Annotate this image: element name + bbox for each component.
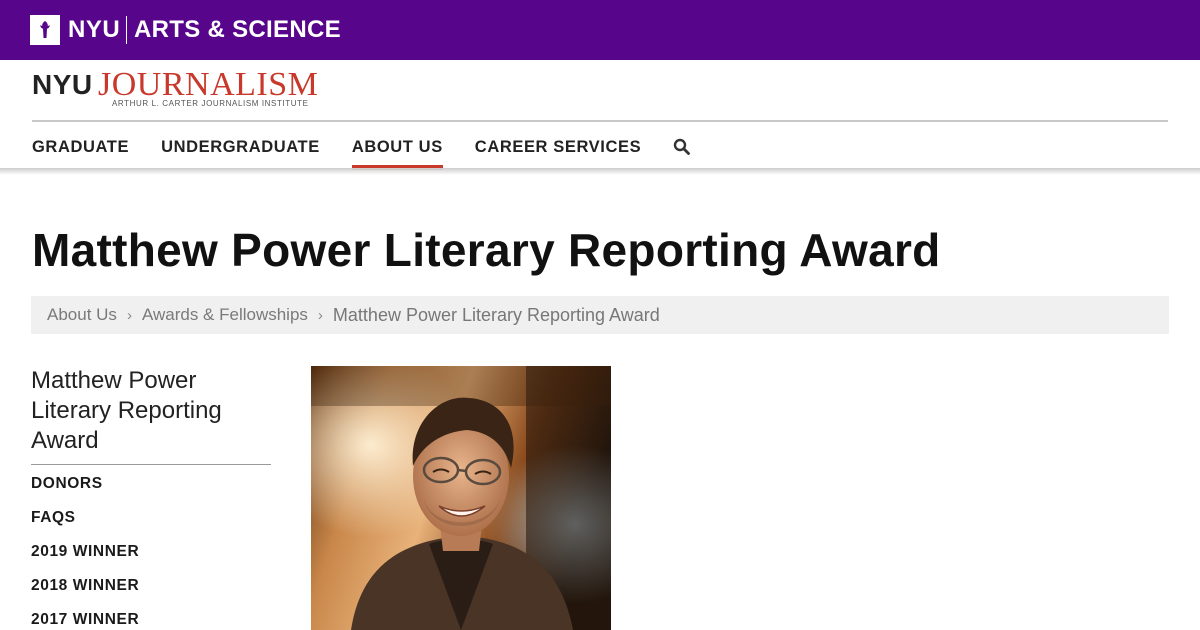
sidebar-item-2019-winner[interactable]: 2019 WINNER bbox=[31, 542, 271, 576]
search-icon[interactable] bbox=[673, 138, 691, 156]
main-nav: GRADUATE UNDERGRADUATE ABOUT US CAREER S… bbox=[32, 134, 691, 170]
sidebar-item-2018-winner[interactable]: 2018 WINNER bbox=[31, 576, 271, 610]
breadcrumb-current: Matthew Power Literary Reporting Award bbox=[332, 304, 660, 325]
nav-item-undergraduate[interactable]: UNDERGRADUATE bbox=[161, 135, 320, 159]
breadcrumb-separator: › bbox=[317, 306, 323, 324]
topbar-university-label[interactable]: NYU bbox=[68, 15, 120, 45]
nav-item-career-services[interactable]: CAREER SERVICES bbox=[475, 135, 641, 159]
sidebar-divider bbox=[31, 464, 271, 465]
breadcrumb-about-us[interactable]: About Us bbox=[47, 305, 117, 325]
topbar-school-label[interactable]: ARTS & SCIENCE bbox=[134, 15, 341, 45]
top-bar: NYU ARTS & SCIENCE bbox=[0, 0, 1200, 60]
sidebar-item-faqs[interactable]: FAQS bbox=[31, 508, 271, 542]
sidebar-title[interactable]: Matthew Power Literary Reporting Award bbox=[31, 366, 271, 456]
logo-subtitle: ARTHUR L. CARTER JOURNALISM INSTITUTE bbox=[112, 99, 309, 108]
header-divider bbox=[32, 120, 1168, 122]
sidebar: Matthew Power Literary Reporting Award D… bbox=[31, 366, 271, 630]
sidebar-item-2017-winner[interactable]: 2017 WINNER bbox=[31, 610, 271, 630]
sidebar-list: DONORS FAQS 2019 WINNER 2018 WINNER 2017… bbox=[31, 474, 271, 630]
journalism-logo[interactable]: NYU JOURNALISM ARTHUR L. CARTER JOURNALI… bbox=[32, 66, 322, 112]
page-title: Matthew Power Literary Reporting Award bbox=[32, 224, 941, 276]
nav-item-about-us[interactable]: ABOUT US bbox=[351, 135, 443, 170]
logo-nyu-text: NYU bbox=[32, 69, 93, 100]
sidebar-item-donors[interactable]: DONORS bbox=[31, 474, 271, 508]
nav-item-graduate[interactable]: GRADUATE bbox=[32, 135, 129, 159]
topbar-divider bbox=[126, 16, 127, 44]
nav-shadow bbox=[0, 169, 1200, 175]
breadcrumb: About Us › Awards & Fellowships › Matthe… bbox=[31, 296, 1169, 334]
portrait-photo bbox=[311, 366, 611, 630]
logo-journalism-text: JOURNALISM bbox=[98, 66, 319, 103]
nyu-torch-logo-icon[interactable] bbox=[30, 15, 60, 45]
breadcrumb-awards-fellowships[interactable]: Awards & Fellowships bbox=[142, 305, 308, 325]
breadcrumb-separator: › bbox=[126, 306, 132, 324]
